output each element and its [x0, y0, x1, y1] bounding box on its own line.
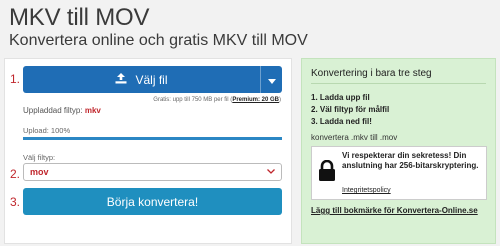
target-type-label: Välj filtyp:: [23, 153, 56, 162]
free-limit-note: Gratis: upp till 750 MB per fil (Premium…: [153, 97, 281, 103]
choose-file-label: Välj fil: [135, 72, 168, 87]
info-sidebar: Konvertering i bara tre steg 1. Ladda up…: [301, 58, 496, 244]
step-number-1: 1.: [10, 72, 21, 86]
upload-icon: [115, 72, 127, 87]
upload-progress-bar: [23, 137, 282, 140]
bookmark-link[interactable]: Lägg till bokmärke för Konvertera-Online…: [311, 206, 487, 216]
step-number-3: 3.: [10, 195, 21, 209]
sidebar-title: Konvertering i bara tre steg: [311, 68, 432, 79]
conversion-description: konvertera .mkv till .mov: [311, 133, 398, 142]
privacy-box: Vi respekterar din sekretess! Din anslut…: [311, 146, 487, 200]
privacy-policy-link[interactable]: Integritetspolicy: [342, 187, 391, 194]
uploaded-type-row: Uppladdad filtyp: mkv: [23, 106, 101, 115]
converter-card: 1. Välj fil Gratis: upp till 750 MB per …: [4, 58, 292, 244]
target-type-select[interactable]: mov: [23, 163, 282, 181]
step-number-2: 2.: [10, 167, 21, 181]
uploaded-type-label: Uppladdad filtyp:: [23, 106, 83, 115]
page-subtitle: Konvertera online och gratis MKV till MO…: [9, 32, 308, 49]
chevron-down-icon: [267, 168, 275, 176]
uploaded-type-value: mkv: [84, 106, 101, 115]
premium-link[interactable]: Premium: 20 GB: [232, 97, 279, 103]
start-convert-button[interactable]: Börja konvertera!: [23, 188, 282, 215]
choose-file-main[interactable]: Välj fil: [23, 72, 260, 87]
sidebar-step: 1. Ladda upp fil: [311, 93, 370, 102]
sidebar-step: 2. Väl filtyp för målfil: [311, 105, 390, 114]
upload-status: Upload: 100%: [23, 126, 71, 135]
lock-icon: [318, 159, 336, 187]
sidebar-steps: 1. Ladda upp fil 2. Väl filtyp för målfi…: [311, 92, 389, 128]
target-type-value: mov: [30, 167, 49, 177]
privacy-text: Vi respekterar din sekretess! Din anslut…: [342, 151, 479, 170]
caret-down-icon: [267, 71, 276, 89]
sidebar-step: 3. Ladda ned fil!: [311, 117, 372, 126]
upload-progress-fill: [23, 137, 282, 140]
choose-file-dropdown-toggle[interactable]: [260, 66, 282, 93]
sidebar-divider: [311, 83, 486, 84]
page-title: MKV till MOV: [9, 4, 150, 31]
choose-file-button[interactable]: Välj fil: [23, 66, 282, 93]
